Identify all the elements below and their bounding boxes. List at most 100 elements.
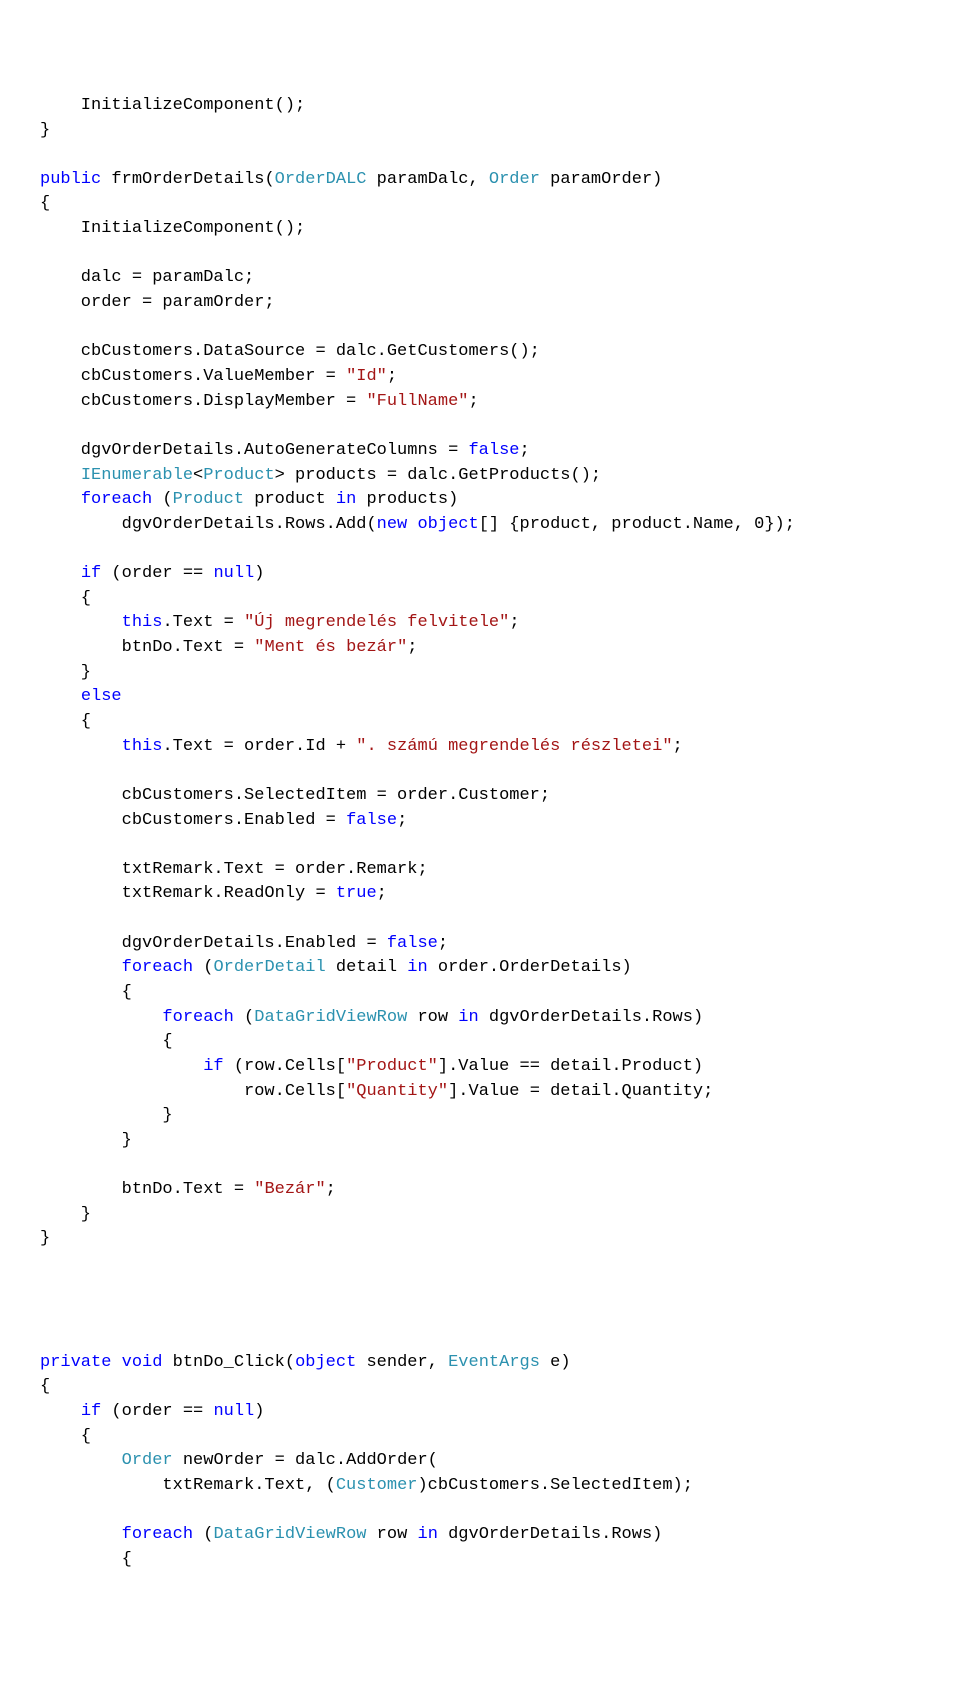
code-line [40,1153,940,1178]
code-token: "Bezár" [254,1180,325,1199]
code-line: cbCustomers.DataSource = dalc.GetCustome… [40,340,940,365]
code-token: > products = dalc.GetProducts(); [275,466,601,485]
code-line: cbCustomers.ValueMember = "Id"; [40,365,940,390]
code-token: if [81,564,101,583]
code-token: (row.Cells[ [224,1057,346,1076]
code-line: if (row.Cells["Product"].Value == detail… [40,1055,940,1080]
code-token: } [40,1205,91,1224]
code-token [40,1057,203,1076]
code-token: this [122,737,163,756]
code-token: ; [407,638,417,657]
code-line: } [40,1104,940,1129]
code-line: dgvOrderDetails.AutoGenerateColumns = fa… [40,439,940,464]
code-token: "Új megrendelés felvitele" [244,613,509,632]
code-token: null [213,1402,254,1421]
code-token: { [40,983,132,1002]
code-token [40,1451,122,1470]
code-token: } [40,1131,132,1150]
code-token: in [336,490,356,509]
code-token: } [40,1106,173,1125]
code-token: detail [326,958,408,977]
code-line: } [40,661,940,686]
code-token [40,490,81,509]
code-token: ; [438,934,448,953]
code-token: [] {product, product.Name, 0}); [479,515,795,534]
code-token: row.Cells[ [40,1082,346,1101]
code-line: Order newOrder = dalc.AddOrder( [40,1449,940,1474]
code-line: InitializeComponent(); [40,94,940,119]
code-token: } [40,663,91,682]
code-token: )cbCustomers.SelectedItem); [417,1476,692,1495]
code-token: object [417,515,478,534]
code-token: order.OrderDetails) [428,958,632,977]
code-line: } [40,1129,940,1154]
code-token: dgvOrderDetails.Rows) [438,1525,662,1544]
code-token: private [40,1353,111,1372]
code-token: OrderDALC [275,170,367,189]
code-line [40,1277,940,1302]
code-token: dalc = paramDalc; [40,268,254,287]
code-token: InitializeComponent(); [40,96,305,115]
code-token: "FullName" [366,392,468,411]
code-line [40,242,940,267]
code-token: txtRemark.Text = order.Remark; [40,860,428,879]
code-token: DataGridViewRow [213,1525,366,1544]
code-block: InitializeComponent();} public frmOrderD… [40,94,940,1572]
code-token: dgvOrderDetails.Rows.Add( [40,515,377,534]
code-token: { [40,1427,91,1446]
code-token: InitializeComponent(); [40,219,305,238]
code-token: { [40,1377,50,1396]
code-token: IEnumerable [81,466,193,485]
code-token: btnDo.Text = [40,1180,254,1199]
code-line: public frmOrderDetails(OrderDALC paramDa… [40,168,940,193]
code-token: (order == [101,1402,213,1421]
code-line: else [40,685,940,710]
code-line: foreach (DataGridViewRow row in dgvOrder… [40,1006,940,1031]
code-token: EventArgs [448,1353,540,1372]
code-token: { [40,1032,173,1051]
code-line [40,759,940,784]
code-token: cbCustomers.Enabled = [40,811,346,830]
code-token: .Text = [162,613,244,632]
code-token: ; [520,441,530,460]
code-token: { [40,1550,132,1569]
code-token: e) [540,1353,571,1372]
code-token: ; [387,367,397,386]
code-line: { [40,710,940,735]
code-token [40,613,122,632]
code-line: private void btnDo_Click(object sender, … [40,1351,940,1376]
code-token: false [346,811,397,830]
code-token: .Text = order.Id + [162,737,356,756]
code-line: cbCustomers.SelectedItem = order.Custome… [40,784,940,809]
code-token: (order == [101,564,213,583]
code-line: dgvOrderDetails.Rows.Add(new object[] {p… [40,513,940,538]
code-token: ; [509,613,519,632]
code-line: } [40,1203,940,1228]
code-line: if (order == null) [40,1400,940,1425]
code-token: else [81,687,122,706]
code-token: paramDalc, [366,170,488,189]
code-token: product [244,490,336,509]
code-token [40,466,81,485]
code-line [40,1498,940,1523]
code-token: false [387,934,438,953]
code-token: Product [173,490,244,509]
code-token: void [122,1353,163,1372]
code-line: foreach (OrderDetail detail in order.Ord… [40,956,940,981]
code-token: "Id" [346,367,387,386]
code-token: ) [254,1402,264,1421]
code-token: ( [193,1525,213,1544]
code-line: if (order == null) [40,562,940,587]
code-token: ; [377,884,387,903]
code-token: { [40,589,91,608]
code-line: foreach (Product product in products) [40,488,940,513]
code-line: { [40,1425,940,1450]
code-token: ". számú megrendelés részletei" [356,737,672,756]
code-token: if [81,1402,101,1421]
code-token: products) [356,490,458,509]
code-line [40,907,940,932]
code-token [40,687,81,706]
code-token: cbCustomers.DisplayMember = [40,392,366,411]
code-token: object [295,1353,356,1372]
code-token: Order [122,1451,173,1470]
